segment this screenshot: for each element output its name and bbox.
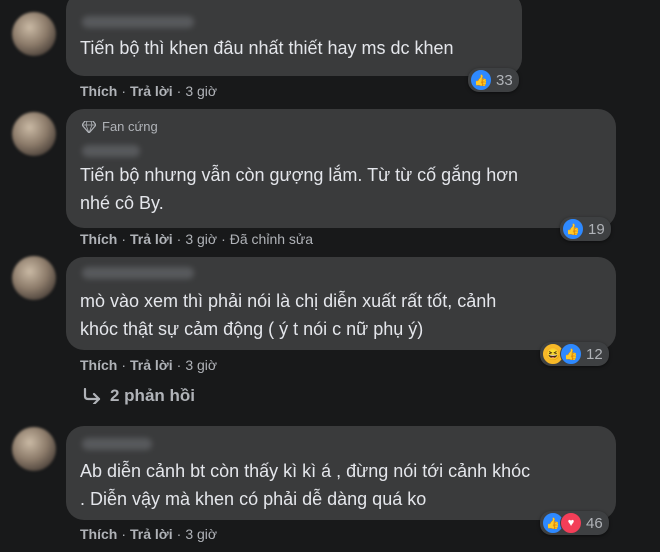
reaction-count: 12 — [586, 345, 603, 363]
diamond-icon — [82, 120, 96, 133]
reply-button[interactable]: Trả lời — [130, 526, 173, 542]
author-name-blurred[interactable] — [82, 438, 152, 450]
timestamp[interactable]: 3 giờ — [185, 231, 217, 247]
replies-label: 2 phản hồi — [110, 386, 195, 405]
comment-text: Ab diễn cảnh bt còn thấy kì kì á , đừng … — [80, 461, 531, 509]
reaction-count: 46 — [586, 514, 603, 532]
avatar[interactable] — [12, 427, 56, 471]
like-button[interactable]: Thích — [80, 83, 117, 99]
comment-actions: Thích · Trả lời · 3 giờ — [80, 357, 218, 373]
comment-actions: Thích · Trả lời · 3 giờ — [80, 83, 218, 99]
reaction-summary[interactable]: 👍 19 — [560, 217, 611, 241]
reply-button[interactable]: Trả lời — [130, 231, 173, 247]
reaction-summary[interactable]: 😆 👍 12 — [540, 342, 609, 366]
reaction-summary[interactable]: 👍 33 — [468, 68, 519, 92]
comment-text: Tiến bộ thì khen đâu nhất thiết hay ms d… — [80, 38, 454, 58]
love-reaction-icon: ♥ — [560, 512, 582, 534]
comment-text: mò vào xem thì phải nói là chị diễn xuất… — [80, 291, 497, 339]
avatar[interactable] — [12, 112, 56, 156]
like-reaction-icon: 👍 — [560, 343, 582, 365]
comment-bubble: Ab diễn cảnh bt còn thấy kì kì á , đừng … — [66, 426, 616, 520]
edited-label: Đã chỉnh sửa — [229, 231, 314, 247]
timestamp[interactable]: 3 giờ — [185, 83, 217, 99]
reaction-summary[interactable]: 👍 ♥ 46 — [540, 511, 609, 535]
author-name-blurred[interactable] — [82, 267, 194, 279]
like-reaction-icon: 👍 — [562, 218, 584, 240]
comment-bubble: Fan cứng Tiến bộ nhưng vẫn còn gượng lắm… — [66, 109, 616, 228]
comment-bubble: Tiến bộ thì khen đâu nhất thiết hay ms d… — [66, 0, 522, 76]
timestamp[interactable]: 3 giờ — [185, 357, 217, 373]
comment-text: Tiến bộ nhưng vẫn còn gượng lắm. Từ từ c… — [80, 165, 519, 213]
reply-arrow-icon — [83, 388, 101, 404]
reply-button[interactable]: Trả lời — [130, 83, 173, 99]
avatar[interactable] — [12, 256, 56, 300]
reaction-count: 19 — [588, 220, 605, 238]
badge-label: Fan cứng — [102, 119, 158, 134]
like-button[interactable]: Thích — [80, 357, 117, 373]
like-button[interactable]: Thích — [80, 526, 117, 542]
comment-bubble: mò vào xem thì phải nói là chị diễn xuất… — [66, 257, 616, 350]
comment-actions: Thích · Trả lời · 3 giờ — [80, 526, 218, 542]
view-replies-link[interactable]: 2 phản hồi — [82, 386, 195, 406]
like-button[interactable]: Thích — [80, 231, 117, 247]
comment-actions: Thích · Trả lời · 3 giờ · Đã chỉnh sửa — [80, 231, 314, 247]
reaction-count: 33 — [496, 71, 513, 89]
author-name-blurred[interactable] — [82, 145, 140, 157]
like-reaction-icon: 👍 — [470, 69, 492, 91]
timestamp[interactable]: 3 giờ — [185, 526, 217, 542]
reply-button[interactable]: Trả lời — [130, 357, 173, 373]
author-name-blurred[interactable] — [82, 16, 194, 28]
avatar[interactable] — [12, 12, 56, 56]
fan-badge: Fan cứng — [82, 119, 158, 134]
